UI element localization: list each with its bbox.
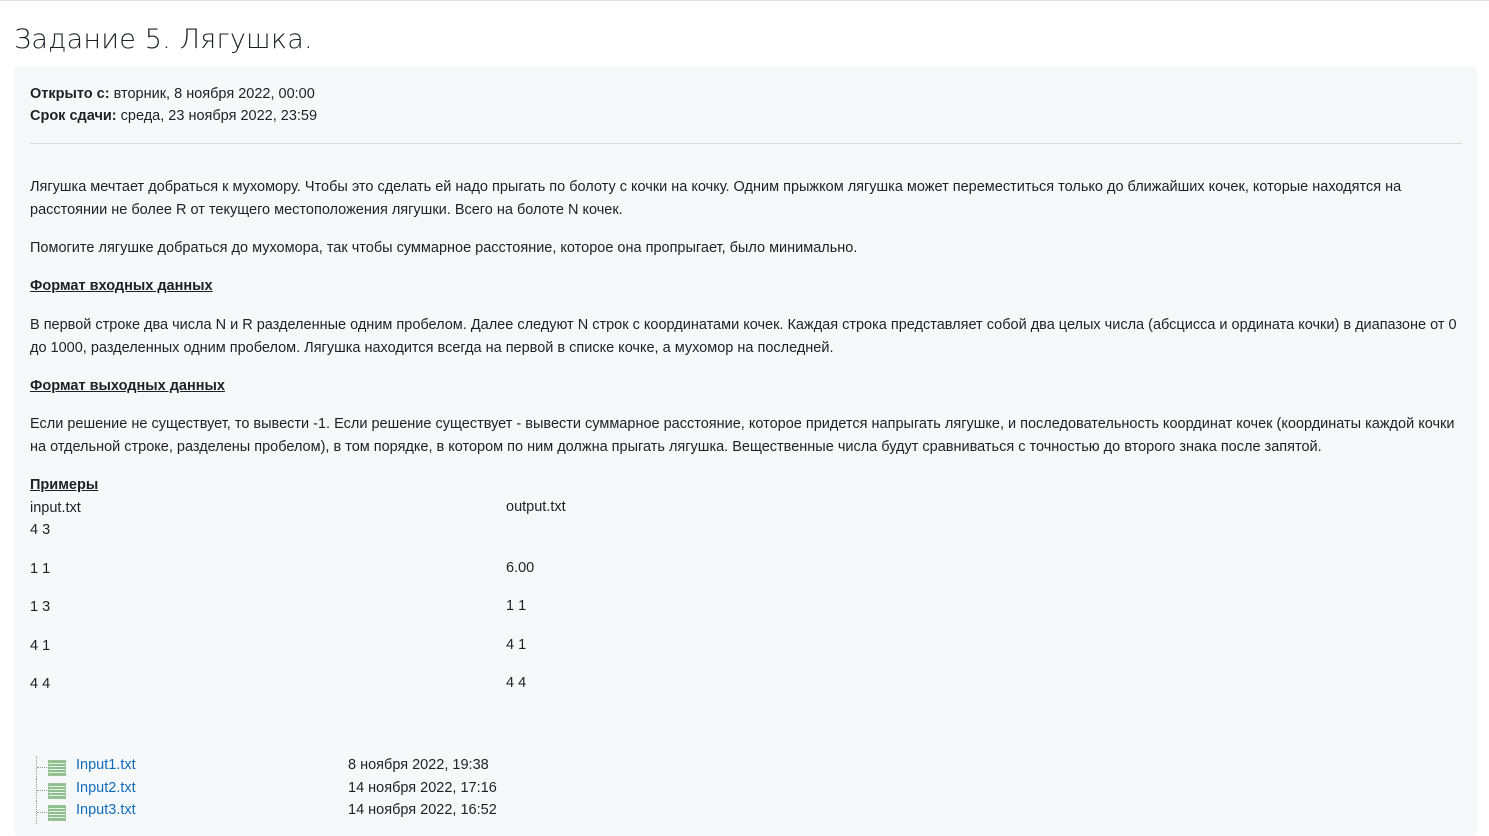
due-date-row: Срок сдачи: среда, 23 ноября 2022, 23:59	[30, 105, 317, 127]
opened-label: Открыто с:	[30, 86, 110, 102]
file-row: Input3.txt 14 ноября 2022, 16:52	[36, 801, 636, 824]
example-input-line: 4 4	[30, 676, 51, 692]
page-title: Задание 5. Лягушка.	[14, 24, 313, 55]
description-paragraph-2: Помогите лягушке добраться до мухомора, …	[30, 240, 858, 256]
due-label: Срок сдачи:	[30, 108, 117, 124]
example-output-line: 6.00	[506, 560, 535, 576]
example-input-line: 1 3	[30, 599, 51, 615]
assignment-panel: Открыто с: вторник, 8 ноября 2022, 00:00…	[14, 66, 1477, 836]
file-link-input1[interactable]: Input1.txt	[76, 757, 136, 773]
output-format-text: Если решение не существует, то вывести -…	[30, 416, 1455, 455]
example-input-line: 1 1	[30, 561, 51, 577]
example-input-header: input.txt	[30, 500, 81, 516]
top-divider	[0, 0, 1489, 1]
example-output-line: 4 4	[506, 675, 527, 691]
example-output-line: 1 1	[506, 598, 527, 614]
file-row: Input1.txt 8 ноября 2022, 19:38	[36, 756, 636, 779]
due-value: среда, 23 ноября 2022, 23:59	[120, 108, 318, 124]
input-format-heading: Формат входных данных	[30, 278, 213, 294]
text-file-icon	[48, 760, 66, 776]
file-date: 14 ноября 2022, 17:16	[348, 779, 497, 796]
tree-branch	[37, 767, 47, 768]
example-input-line: 4 3	[30, 522, 51, 538]
file-date: 14 ноября 2022, 16:52	[348, 802, 497, 818]
attached-files-tree: Input1.txt 8 ноября 2022, 19:38 Input2.t…	[36, 756, 636, 824]
output-format-heading: Формат выходных данных	[30, 378, 225, 394]
example-output-line: 4 1	[506, 637, 527, 653]
tree-branch	[37, 789, 47, 791]
file-link-input2[interactable]: Input2.txt	[76, 780, 136, 796]
divider	[30, 143, 1462, 144]
tree-branch	[37, 812, 47, 813]
example-output-header: output.txt	[506, 499, 566, 515]
text-file-icon	[48, 805, 66, 821]
description-paragraph-1: Лягушка мечтает добраться к мухомору. Чт…	[30, 179, 1402, 218]
input-format-text: В первой строке два числа N и R разделен…	[30, 317, 1457, 356]
activity-dates: Открыто с: вторник, 8 ноября 2022, 00:00…	[30, 83, 317, 127]
text-file-icon	[48, 782, 66, 799]
opened-date-row: Открыто с: вторник, 8 ноября 2022, 00:00	[30, 83, 317, 105]
file-date: 8 ноября 2022, 19:38	[348, 757, 489, 773]
file-row: Input2.txt 14 ноября 2022, 17:16	[36, 778, 636, 801]
file-link-input3[interactable]: Input3.txt	[76, 802, 136, 818]
example-input-line: 4 1	[30, 638, 51, 654]
examples-heading: Примеры	[30, 477, 99, 493]
opened-value: вторник, 8 ноября 2022, 00:00	[113, 86, 315, 102]
